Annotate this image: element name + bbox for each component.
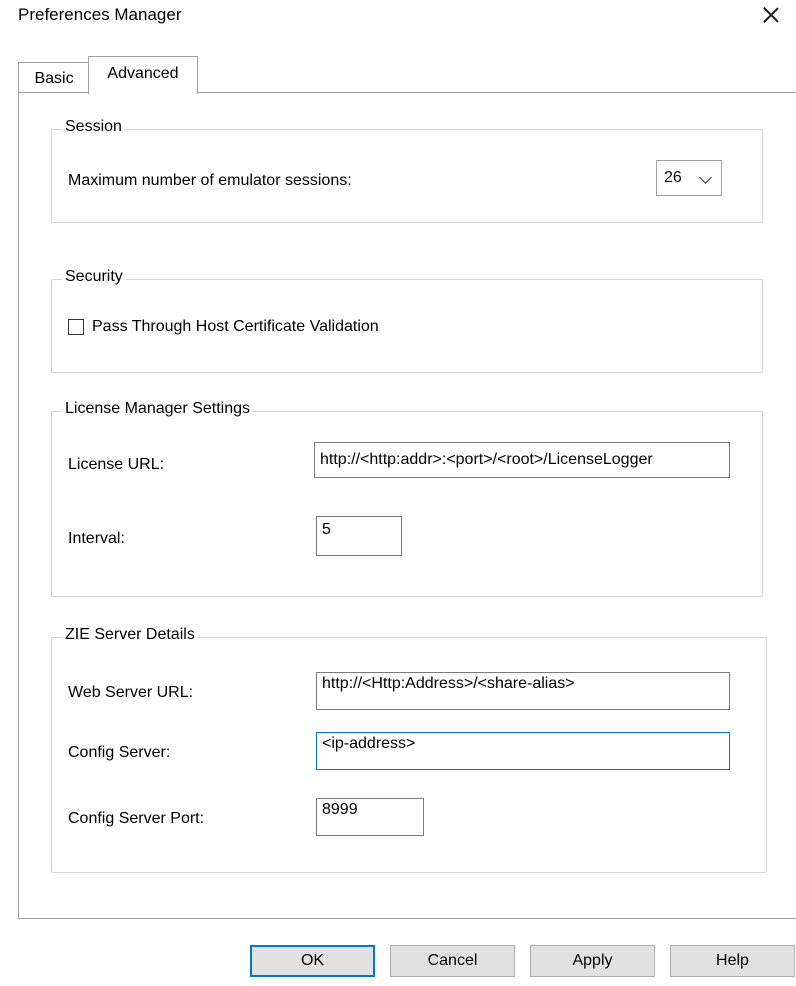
session-group: Session Maximum number of emulator sessi… xyxy=(51,118,763,223)
ok-button[interactable]: OK xyxy=(250,945,375,977)
max-sessions-label: Maximum number of emulator sessions: xyxy=(68,172,352,189)
interval-label: Interval: xyxy=(68,530,125,547)
advanced-tab-panel: Session Maximum number of emulator sessi… xyxy=(18,92,796,919)
security-group: Security Pass Through Host Certificate V… xyxy=(51,268,763,373)
web-server-url-label: Web Server URL: xyxy=(68,684,194,701)
apply-button[interactable]: Apply xyxy=(530,945,655,977)
pass-through-label[interactable]: Pass Through Host Certificate Validation xyxy=(92,318,379,336)
license-url-label: License URL: xyxy=(68,456,165,473)
zie-server-group-title: ZIE Server Details xyxy=(62,626,198,644)
license-group-title: License Manager Settings xyxy=(62,400,253,418)
window-title: Preferences Manager xyxy=(18,5,182,24)
session-group-title: Session xyxy=(62,118,125,136)
license-url-input[interactable] xyxy=(314,442,730,478)
tab-advanced[interactable]: Advanced xyxy=(88,56,198,94)
web-server-url-input[interactable] xyxy=(316,672,730,710)
config-server-label: Config Server: xyxy=(68,744,171,761)
chevron-down-icon xyxy=(699,171,712,184)
interval-input[interactable] xyxy=(316,516,402,556)
config-server-port-input[interactable] xyxy=(316,798,424,836)
config-server-input[interactable] xyxy=(316,732,730,770)
tab-basic[interactable]: Basic xyxy=(18,62,90,93)
pass-through-checkbox[interactable] xyxy=(68,319,84,335)
cancel-button[interactable]: Cancel xyxy=(390,945,515,977)
max-sessions-dropdown[interactable]: 26 xyxy=(656,160,722,196)
zie-server-group: ZIE Server Details Web Server URL: Confi… xyxy=(51,626,767,873)
max-sessions-value: 26 xyxy=(664,169,682,186)
close-icon[interactable] xyxy=(760,4,782,26)
license-group: License Manager Settings License URL: In… xyxy=(51,400,763,597)
help-button[interactable]: Help xyxy=(670,945,795,977)
security-group-title: Security xyxy=(62,268,126,286)
config-server-port-label: Config Server Port: xyxy=(68,810,205,827)
